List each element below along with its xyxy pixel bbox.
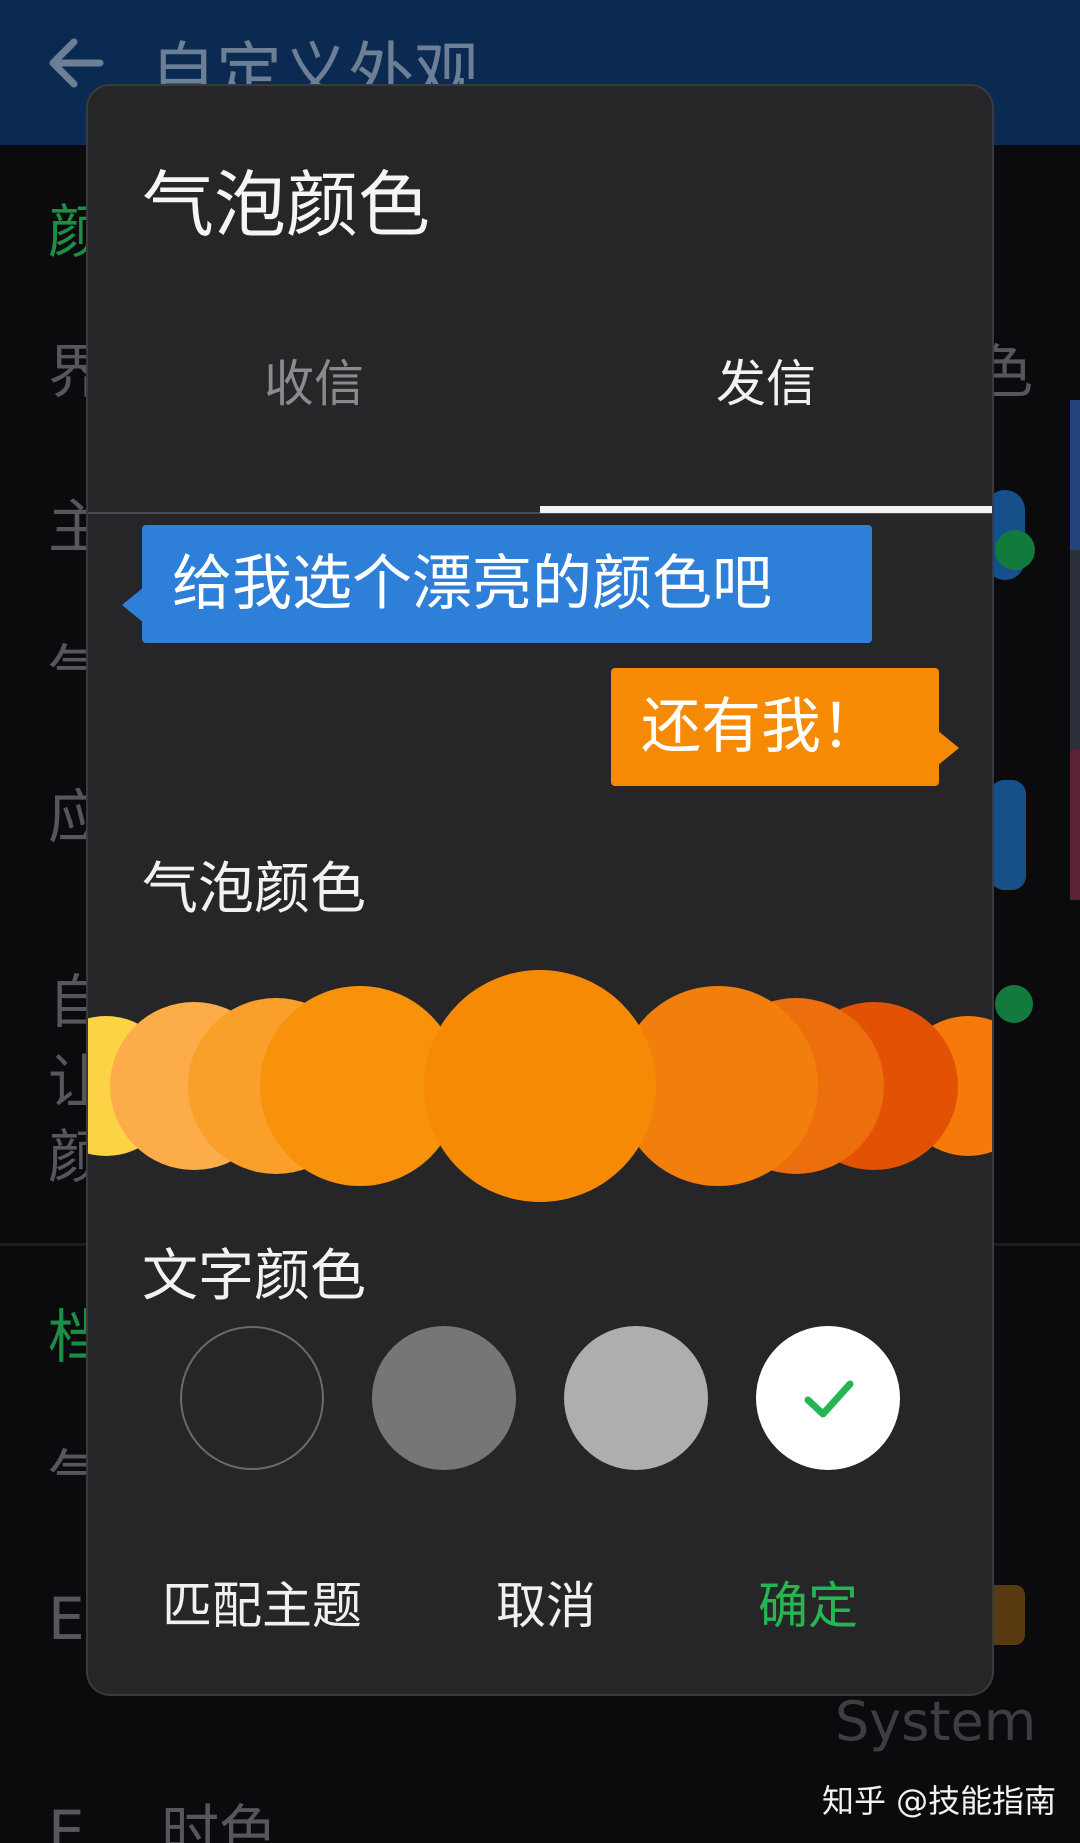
- check-icon: [804, 1380, 854, 1418]
- tab-bar: 收信 发信: [88, 316, 992, 514]
- bubble-color-label: 气泡颜色: [142, 857, 366, 922]
- bg-color-bar: [1070, 750, 1080, 900]
- text-color-option-selected[interactable]: [756, 1326, 900, 1470]
- confirm-button[interactable]: 确定: [758, 1566, 858, 1638]
- system-label: System: [835, 1690, 1037, 1753]
- bubble-tail: [122, 587, 144, 623]
- bg-toggle: [990, 780, 1026, 890]
- outgoing-bubble-text: 还有我！: [641, 692, 881, 762]
- text-color-option[interactable]: [372, 1326, 516, 1470]
- incoming-bubble-preview: 给我选个漂亮的颜色吧: [122, 525, 872, 643]
- bg-setting-label: E …时色: [48, 1798, 278, 1843]
- bubble-tail: [937, 730, 959, 766]
- match-theme-button[interactable]: 匹配主题: [162, 1566, 362, 1638]
- text-color-option[interactable]: [564, 1326, 708, 1470]
- text-color-option[interactable]: [180, 1326, 324, 1470]
- bg-setting-label: E: [48, 1585, 85, 1653]
- bubble-color-swatches: [88, 936, 992, 1236]
- tab-outgoing[interactable]: 发信: [540, 316, 992, 452]
- text-color-label: 文字颜色: [142, 1244, 366, 1309]
- tab-incoming[interactable]: 收信: [88, 316, 540, 452]
- bubble-color-swatch-selected[interactable]: [424, 970, 656, 1202]
- watermark: 知乎 @技能指南: [822, 1782, 1057, 1820]
- cancel-button[interactable]: 取消: [496, 1566, 596, 1638]
- bg-dot: [995, 985, 1033, 1023]
- bg-dot: [995, 530, 1035, 570]
- bg-color-bar: [1070, 400, 1080, 550]
- dialog-title: 气泡颜色: [142, 163, 431, 247]
- outgoing-bubble-preview: 还有我！: [611, 668, 959, 786]
- bubble-color-dialog: 气泡颜色 收信 发信 给我选个漂亮的颜色吧 还有我！ 气泡颜色 文字颜色 匹配主…: [88, 86, 992, 1694]
- tab-selected-indicator: [540, 506, 992, 513]
- incoming-bubble-text: 给我选个漂亮的颜色吧: [172, 549, 772, 619]
- text-color-options: [88, 1326, 992, 1476]
- bg-color-bar: [1070, 550, 1080, 750]
- screen: 自定义外观 颜 界 色 主 气 应 自 让 颜 档 气 E E …时色 Syst…: [0, 0, 1080, 1843]
